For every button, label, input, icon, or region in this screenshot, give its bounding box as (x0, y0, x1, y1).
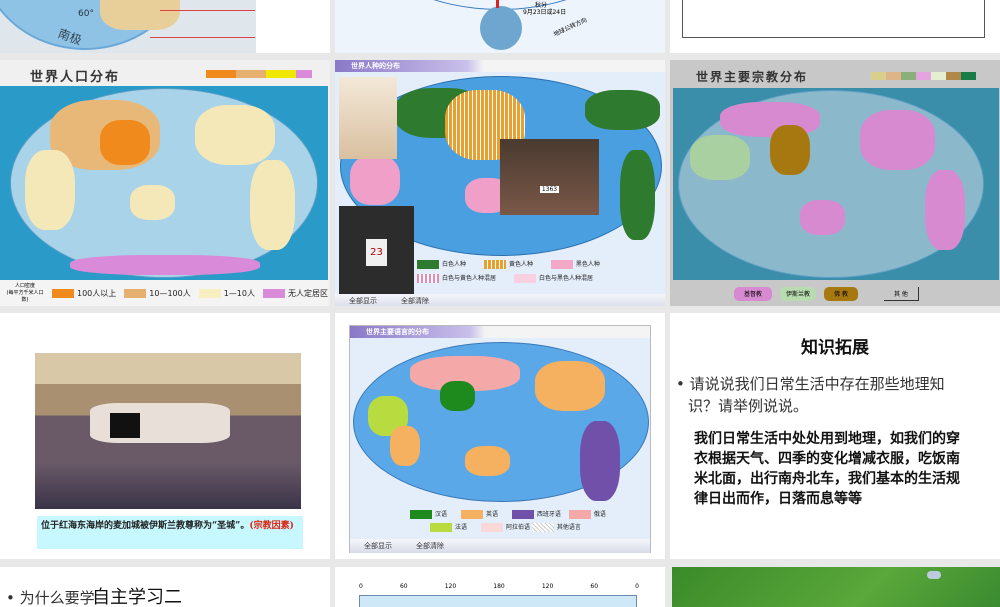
cloud-icon (927, 571, 941, 579)
bullet-question: • 请说说我们日常生活中存在那些地理知识？请举例说说。 (676, 375, 945, 415)
slide-thumbnail-race[interactable]: 世界人种的分布 1363 23 白色人种 黄色人种 黑色人种 白色与黄色人种混居… (335, 60, 665, 306)
legend-item: 白色与黄色人种混居 (442, 275, 497, 282)
slide-thumbnail-mecca[interactable]: 位于红海东海岸的麦加城被伊斯兰教尊称为“圣城”。(宗教因素) (0, 313, 330, 559)
islam-button[interactable]: 伊斯兰教 (780, 287, 817, 301)
tick-label: 120 (541, 583, 554, 590)
slide-thumbnail-language[interactable]: 世界主要语言的分布 汉语 英语 西班牙语 俄语 法语 阿拉伯语 其他语言 全部显… (335, 313, 665, 559)
other-button[interactable]: 其 他 (883, 287, 919, 301)
legend-item: 1—10人 (223, 288, 255, 298)
orbit-direction-label: 地球公转方向 (552, 16, 589, 39)
show-all-button[interactable]: 全部显示 (364, 542, 392, 550)
legend-item: 白色人种 (442, 261, 467, 268)
slide-thumbnail-equinox[interactable]: 秋分 9月23日或24日 地球公转方向 (335, 0, 665, 53)
question-text: 请说说我们日常生活中存在那些地理知识？请举例说说。 (688, 375, 945, 415)
christianity-button[interactable]: 基督教 (734, 287, 773, 301)
slide-thumbnail-earth-tilt[interactable]: 60° 南极 (0, 0, 330, 53)
caption-box: 位于红海东海岸的麦加城被伊斯兰教尊称为“圣城”。(宗教因素) (37, 516, 303, 549)
athlete-photo: 1363 (500, 139, 599, 215)
bullet-text: • 为什么要学 (6, 589, 95, 607)
color-swatches (871, 72, 976, 80)
show-all-button[interactable]: 全部显示 (349, 297, 377, 305)
earth-icon (480, 6, 522, 50)
jersey-number: 1363 (539, 186, 560, 193)
caption-text: 位于红海东海岸的麦加城被伊斯兰教尊称为“圣城”。 (41, 521, 250, 531)
bullet-label: 为什么要学 (19, 589, 95, 607)
tick-label: 60 (399, 583, 408, 590)
legend-item: 西班牙语 (536, 511, 561, 518)
tick-label: 0 (635, 583, 639, 590)
tick-label: 120 (444, 583, 457, 590)
slide-title: 知识拓展 (801, 338, 869, 358)
legend-item: 黄色人种 (508, 261, 533, 268)
legend-subtitle: (每平方千米人口数) (6, 289, 44, 303)
legend-item: 俄语 (593, 511, 606, 518)
slide-title: 世界人口分布 (30, 70, 121, 85)
legend-item: 汉语 (435, 511, 448, 518)
legend-item: 10—100人 (149, 288, 191, 298)
window-title: 世界主要语言的分布 (366, 328, 429, 336)
slide-thumbnail-knowledge[interactable]: 知识拓展 • 请说说我们日常生活中存在那些地理知识？请举例说说。 我们日常生活中… (670, 313, 1000, 559)
angle-label: 60° (78, 9, 94, 19)
map-frame (359, 595, 637, 607)
date-label: 9月23日或24日 (523, 9, 567, 16)
caption-highlight: (宗教因素) (249, 521, 294, 531)
legend-item: 法语 (455, 524, 468, 531)
legend-item: 英语 (485, 511, 498, 518)
tick-label: 180 (493, 583, 505, 590)
overlay-title: 自主学习二 (92, 587, 182, 607)
slide-thumbnail-map-grid[interactable]: 0 60 120 180 120 60 0 (335, 567, 665, 607)
girl-photo (339, 77, 397, 159)
jersey-number: 23 (366, 238, 387, 266)
clear-all-button[interactable]: 全部清除 (416, 542, 444, 550)
tick-label: 0 (359, 583, 363, 590)
clear-all-button[interactable]: 全部清除 (401, 297, 429, 305)
color-swatches (206, 70, 312, 78)
buddhism-button[interactable]: 佛 教 (824, 287, 858, 301)
window-titlebar: 世界人种的分布 (335, 60, 665, 72)
slide-title: 世界主要宗教分布 (696, 70, 809, 84)
window-titlebar: 世界主要语言的分布 (350, 326, 650, 338)
legend-item: 阿拉伯语 (505, 524, 530, 531)
slide-thumbnail-terrain[interactable] (672, 567, 1000, 607)
window-title: 世界人种的分布 (351, 62, 400, 70)
answer-text: 我们日常生活中处处用到地理，如我们的穿衣根据天气、四季的变化增减衣服，吃饭南米北… (694, 431, 960, 507)
population-legend: 人口密度 (每平方千米人口数) 100人以上 10—100人 1—10人 无人定居… (0, 280, 328, 306)
player-photo: 23 (339, 206, 414, 298)
legend-item: 白色与黑色人种混居 (538, 275, 593, 282)
legend-item: 100人以上 (76, 288, 117, 298)
slide-thumbnail-population[interactable]: 世界人口分布 人口密度 (每平方千米人口数) 100人以上 10—100人 1—1… (0, 60, 330, 306)
slide-thumbnail-blank-box[interactable] (670, 0, 1000, 53)
slide-thumbnail-self-study[interactable]: • 为什么要学 自主学习二 (0, 567, 330, 607)
legend-item: 其他语言 (556, 524, 581, 531)
legend-item: 黑色人种 (575, 261, 600, 268)
legend-title: 人口密度 (14, 282, 35, 289)
tick-label: 60 (590, 583, 599, 590)
slide-thumbnail-religion[interactable]: 世界主要宗教分布 基督教 伊斯兰教 佛 教 其 他 (670, 60, 1000, 306)
legend-item: 无人定居区 (288, 288, 328, 298)
